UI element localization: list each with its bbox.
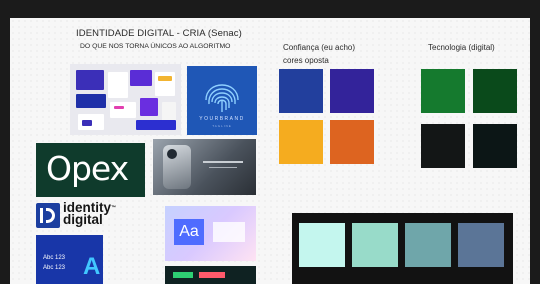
palette-swatch-3[interactable] [405,223,451,267]
color-palette-strip[interactable] [292,213,513,284]
opex-logo-image[interactable]: Opex [36,143,145,197]
trust-colors-label: Confiança (eu acho) [283,43,356,52]
id-logo-icon [36,203,60,228]
identity-digital-wordmark: identity™ digital [63,202,116,226]
tech-swatch-1[interactable] [421,69,465,113]
moodboard-canvas: IDENTIDADE DIGITAL - CRIA (Senac) DO QUE… [10,18,530,284]
trademark-symbol: ™ [111,205,117,211]
palette-swatch-2[interactable] [352,223,398,267]
tech-colors-label: Tecnologia (digital) [428,43,495,52]
typo-sample-2: Abc 123 [43,265,66,271]
tech-swatch-4[interactable] [473,124,517,168]
phone-mockup-image[interactable] [153,139,256,195]
trust-swatch-2[interactable] [330,69,374,113]
typo-sample-1: Abc 123 [43,255,66,261]
yourbrand-tagline: TAGLINE [212,124,232,128]
palette-swatch-4[interactable] [458,223,504,267]
tech-swatch-3[interactable] [421,124,465,168]
stationery-mockup-image[interactable] [70,64,181,135]
typography-card-image[interactable]: Abc 123 Abc 123 A [36,235,103,284]
opex-text: Opex [46,149,129,188]
trust-colors-sublabel: cores oposta [283,56,329,65]
type-specimen-card-image[interactable]: Aa [165,206,256,261]
yourbrand-logo-image[interactable]: YOURBRAND TAGLINE [187,66,257,135]
trust-swatch-1[interactable] [279,69,323,113]
trust-swatch-4[interactable] [330,120,374,164]
typo-big-letter: A [83,253,101,280]
digital-word: digital [63,212,103,227]
trust-swatch-3[interactable] [279,120,323,164]
palette-swatch-1[interactable] [299,223,345,267]
aa-specimen: Aa [174,219,204,245]
yourbrand-text: YOURBRAND [199,116,245,122]
tech-swatch-2[interactable] [473,69,517,113]
board-title: IDENTIDADE DIGITAL - CRIA (Senac) [76,28,242,39]
identity-digital-logo[interactable]: identity™ digital [36,202,141,230]
board-subtitle: DO QUE NOS TORNA ÚNICOS AO ALGORITMO [80,43,231,50]
fingerprint-icon [205,84,239,112]
ui-mockup-strip-image[interactable] [165,266,256,284]
